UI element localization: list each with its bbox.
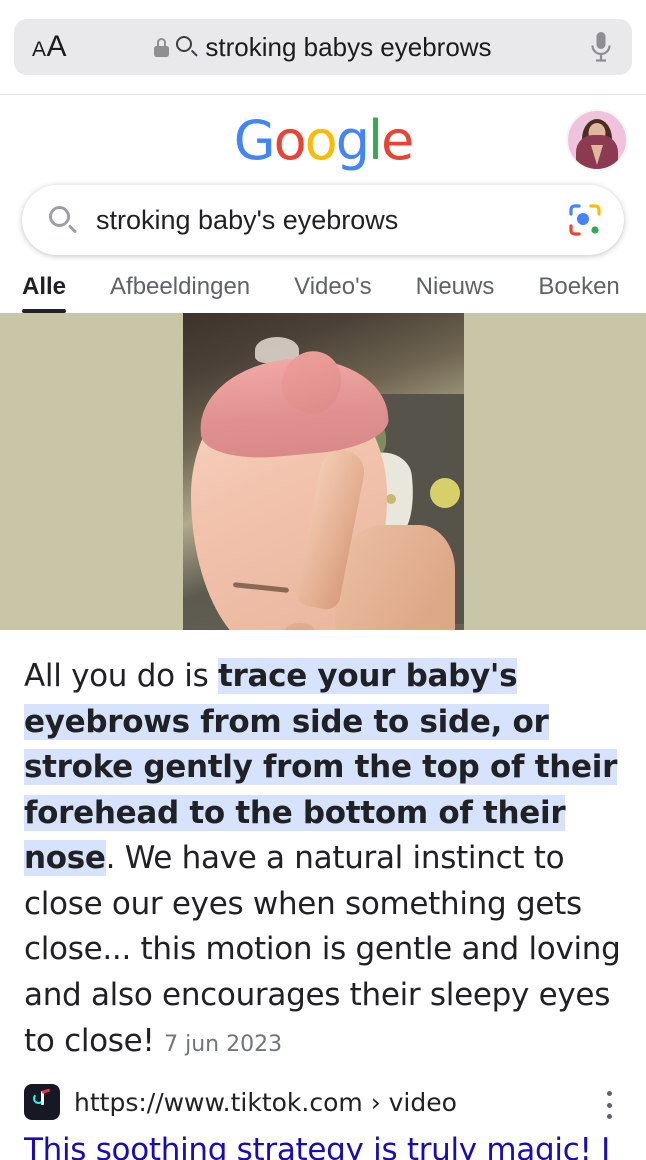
pattern-spot <box>386 494 396 504</box>
search-box[interactable]: stroking baby's eyebrows <box>22 185 624 255</box>
avatar[interactable] <box>566 109 628 171</box>
result-title-link[interactable]: This soothing strategy is truly magic! I <box>24 1130 622 1160</box>
search-icon <box>48 205 78 235</box>
google-lens-icon[interactable] <box>568 203 602 237</box>
pattern-circle <box>430 478 460 508</box>
baby-eye-left <box>232 582 290 593</box>
logo-letter-o1: o <box>273 108 307 172</box>
text-size-button[interactable]: AA <box>32 30 67 64</box>
snippet-date: 7 jun 2023 <box>164 1031 283 1057</box>
google-header: Google <box>0 95 646 185</box>
lock-icon <box>154 37 170 57</box>
tab-alle[interactable]: Alle <box>22 273 88 313</box>
tiktok-icon <box>24 1084 60 1121</box>
media-region: My Favorite Magical <box>0 313 646 630</box>
search-box-wrapper: stroking baby's eyebrows <box>0 185 646 255</box>
text-size-small-a: A <box>32 38 47 61</box>
tab-afbeeldingen[interactable]: Afbeeldingen <box>88 273 272 313</box>
search-icon <box>176 36 199 58</box>
url-field[interactable]: AA stroking babys eyebrows <box>14 19 632 75</box>
more-options-icon[interactable] <box>594 1088 624 1122</box>
text-size-large-a: A <box>46 30 68 63</box>
logo-letter-o2: o <box>304 108 338 172</box>
search-result: https://www.tiktok.com › video This soot… <box>0 1064 646 1160</box>
browser-address-bar: AA stroking babys eyebrows <box>0 0 646 95</box>
url-display: stroking babys eyebrows <box>14 32 632 63</box>
adult-hand <box>335 525 455 630</box>
tab-boeken[interactable]: Boeken <box>516 273 641 313</box>
google-logo[interactable]: Google <box>233 108 414 172</box>
tab-nieuws[interactable]: Nieuws <box>394 273 517 313</box>
search-input[interactable]: stroking baby's eyebrows <box>96 205 550 236</box>
snippet-lead: All you do is <box>24 658 219 694</box>
search-tabs: Alle Afbeeldingen Video's Nieuws Boeken <box>0 255 646 313</box>
result-header[interactable]: https://www.tiktok.com › video <box>24 1084 622 1121</box>
logo-letter-g1: G <box>233 108 276 172</box>
logo-letter-e: e <box>381 108 414 172</box>
baby-nose <box>283 623 317 630</box>
featured-snippet: All you do is trace your baby's eyebrows… <box>0 630 646 1064</box>
tab-videos[interactable]: Video's <box>272 273 394 313</box>
url-text: stroking babys eyebrows <box>205 31 492 62</box>
logo-letter-g2: g <box>335 108 370 172</box>
result-url[interactable]: https://www.tiktok.com › video <box>74 1088 457 1117</box>
logo-letter-l: l <box>367 108 383 172</box>
microphone-icon[interactable] <box>590 31 612 63</box>
snippet-tail: . We have a natural instinct to close ou… <box>24 840 621 1059</box>
result-thumbnail[interactable]: My Favorite Magical <box>183 313 464 630</box>
